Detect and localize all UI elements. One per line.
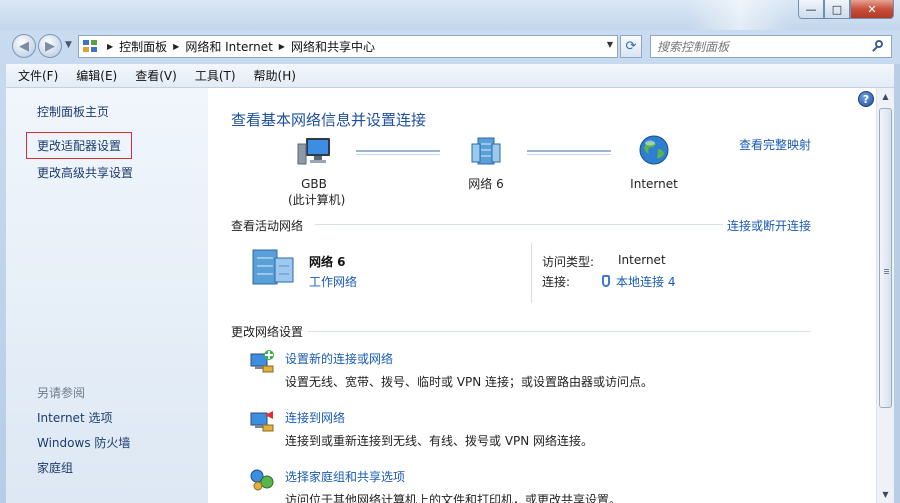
- network-icon: [471, 137, 501, 165]
- menu-file[interactable]: 文件(F): [12, 67, 64, 84]
- computer-icon: [297, 138, 330, 165]
- connection-link[interactable]: 本地连接 4: [602, 273, 675, 290]
- sidebar-change-advanced-sharing[interactable]: 更改高级共享设置: [37, 164, 133, 181]
- task-setup-connection-link[interactable]: 设置新的连接或网络: [285, 350, 393, 367]
- sidebar: 控制面板主页 更改适配器设置 更改高级共享设置 另请参阅 Internet 选项…: [6, 88, 208, 503]
- page-title: 查看基本网络信息并设置连接: [231, 111, 427, 129]
- breadcrumb-sharing-center[interactable]: 网络和共享中心: [291, 38, 375, 55]
- back-button[interactable]: ◀: [12, 34, 36, 58]
- arrow-right-icon: ▶: [45, 38, 55, 54]
- breadcrumb-chevron-icon[interactable]: ▶: [173, 42, 179, 51]
- connection-link-label: 本地连接 4: [616, 275, 676, 289]
- maximize-button[interactable]: □: [824, 0, 850, 19]
- help-icon[interactable]: ?: [858, 91, 874, 107]
- network-type-link[interactable]: 工作网络: [309, 273, 357, 290]
- refresh-button[interactable]: ⟳: [620, 35, 642, 58]
- sidebar-change-adapter-settings[interactable]: 更改适配器设置: [26, 132, 133, 159]
- active-networks-heading: 查看活动网络: [231, 219, 304, 233]
- internet-node-label: Internet: [630, 177, 678, 191]
- minimize-button[interactable]: —: [798, 0, 824, 19]
- address-bar[interactable]: ▶ 控制面板 ▶ 网络和 Internet ▶ 网络和共享中心 ▼: [78, 35, 618, 58]
- navigation-bar: ◀ ▶ ▼ ▶ 控制面板 ▶ 网络和 Internet ▶ 网络和共享中心 ▼ …: [0, 30, 900, 62]
- window-frame: [894, 64, 900, 503]
- active-network-icon[interactable]: [249, 246, 297, 286]
- connection-label: 连接:: [542, 275, 571, 289]
- sidebar-see-also-heading: 另请参阅: [37, 386, 86, 400]
- internet-node[interactable]: Internet: [624, 134, 684, 192]
- sidebar-windows-firewall[interactable]: Windows 防火墙: [37, 434, 130, 451]
- active-network-divider: [531, 243, 532, 303]
- scroll-up-icon[interactable]: ▲: [877, 88, 894, 105]
- computer-name: GBB: [301, 177, 327, 191]
- connect-network-icon: [250, 411, 274, 432]
- connect-disconnect-link[interactable]: 连接或断开连接: [727, 217, 811, 234]
- ethernet-plug-icon: [602, 275, 610, 287]
- title-glow: [690, 0, 790, 30]
- access-type-label: 访问类型:: [542, 255, 595, 269]
- task-homegroup-desc: 访问位于其他网络计算机上的文件和打印机，或更改共享设置。: [285, 493, 622, 503]
- breadcrumb-chevron-icon[interactable]: ▶: [279, 42, 285, 51]
- task-connect-network-link[interactable]: 连接到网络: [285, 409, 345, 426]
- section-divider: [308, 331, 811, 332]
- active-network-name: 网络 6: [309, 255, 346, 269]
- connector-line: [527, 150, 611, 155]
- breadcrumb-control-panel[interactable]: 控制面板: [119, 38, 167, 55]
- task-connect-network-desc: 连接到或重新连接到无线、有线、拨号或 VPN 网络连接。: [285, 434, 594, 448]
- sidebar-control-panel-home[interactable]: 控制面板主页: [37, 103, 109, 120]
- breadcrumb-chevron-icon[interactable]: ▶: [107, 42, 113, 51]
- connector-line: [356, 150, 440, 155]
- task-homegroup-link[interactable]: 选择家庭组和共享选项: [285, 468, 405, 485]
- task-setup-connection-desc: 设置无线、宽带、拨号、临时或 VPN 连接；或设置路由器或访问点。: [285, 375, 654, 389]
- recent-pages-chevron-icon[interactable]: ▼: [65, 40, 72, 50]
- scrollbar-thumb[interactable]: [879, 108, 892, 408]
- main-content: 查看基本网络信息并设置连接 查看完整映射 GBB (此计算机) 网络 6 Int…: [208, 88, 876, 503]
- control-panel-icon: [83, 39, 99, 54]
- computer-node[interactable]: GBB (此计算机): [288, 136, 346, 208]
- forward-button[interactable]: ▶: [38, 34, 62, 58]
- sidebar-internet-options[interactable]: Internet 选项: [37, 409, 112, 426]
- access-type-value: Internet: [618, 253, 666, 267]
- change-settings-heading: 更改网络设置: [231, 325, 304, 339]
- scrollbar-grip-icon: [884, 269, 889, 270]
- vertical-scrollbar[interactable]: ▲ ▼: [876, 88, 894, 503]
- address-dropdown-icon[interactable]: ▼: [607, 40, 613, 49]
- close-button[interactable]: ✕: [850, 0, 894, 19]
- refresh-icon: ⟳: [625, 39, 637, 54]
- window-controls: — □ ✕: [798, 0, 894, 19]
- scroll-down-icon[interactable]: ▼: [877, 486, 894, 503]
- new-connection-icon: [250, 350, 274, 373]
- homegroup-icon: [250, 469, 274, 491]
- menu-edit[interactable]: 编辑(E): [70, 67, 123, 84]
- menu-tools[interactable]: 工具(T): [189, 67, 242, 84]
- search-box[interactable]: [650, 35, 892, 58]
- section-divider: [315, 224, 723, 225]
- breadcrumb-network-internet[interactable]: 网络和 Internet: [185, 38, 272, 55]
- title-bar: — □ ✕: [0, 0, 900, 30]
- search-input[interactable]: [657, 39, 867, 54]
- menu-bar: 文件(F) 编辑(E) 查看(V) 工具(T) 帮助(H): [6, 64, 894, 88]
- search-icon[interactable]: [871, 39, 885, 53]
- network-node[interactable]: 网络 6: [458, 136, 514, 192]
- menu-view[interactable]: 查看(V): [129, 67, 183, 84]
- menu-help[interactable]: 帮助(H): [248, 67, 302, 84]
- network-node-label: 网络 6: [468, 177, 504, 191]
- see-full-map-link[interactable]: 查看完整映射: [739, 136, 811, 153]
- computer-subtitle: (此计算机): [288, 193, 346, 207]
- sidebar-homegroup[interactable]: 家庭组: [37, 459, 73, 476]
- arrow-left-icon: ◀: [19, 38, 29, 54]
- globe-icon: [639, 135, 669, 165]
